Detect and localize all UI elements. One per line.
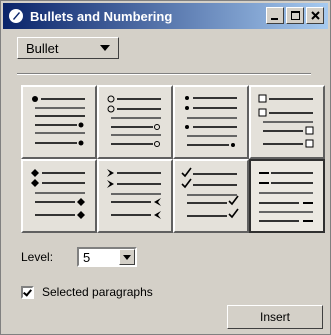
hollow-circle-bullets-icon (107, 95, 161, 147)
bullet-style-checkmark[interactable] (173, 159, 249, 233)
bullet-style-solid-dot[interactable] (21, 85, 97, 159)
level-value: 5 (83, 249, 91, 265)
arrow-bullets-icon (107, 169, 161, 219)
minimize-icon (271, 17, 278, 20)
level-select[interactable]: 5 (77, 247, 137, 267)
close-button[interactable] (306, 7, 324, 24)
bullet-style-dash[interactable] (249, 159, 325, 233)
bullet-style-hollow-circle[interactable] (97, 85, 173, 159)
solid-dot-bullets-icon (32, 96, 85, 146)
bullet-style-gallery (21, 85, 325, 233)
chevron-down-icon (123, 254, 131, 260)
format-type-dropdown[interactable]: Bullet (17, 37, 119, 59)
format-type-value: Bullet (26, 40, 59, 56)
bullet-style-diamond[interactable] (21, 159, 97, 233)
selected-paragraphs-label: Selected paragraphs (42, 285, 153, 299)
bullets-numbering-window: Bullets and Numbering Bullet Level: 5 Se… (0, 0, 331, 335)
small-dot-bullets-icon (185, 96, 237, 147)
checkmark-bullets-icon (181, 167, 239, 219)
chevron-down-icon (100, 45, 110, 51)
bullet-style-arrow[interactable] (97, 159, 173, 233)
separator (17, 73, 311, 75)
insert-button[interactable]: Insert (227, 305, 323, 329)
selected-paragraphs-option[interactable]: Selected paragraphs (21, 285, 153, 299)
square-box-bullets-icon (258, 94, 314, 148)
insert-button-label: Insert (259, 310, 290, 324)
minimize-button[interactable] (266, 7, 284, 24)
maximize-button[interactable] (286, 7, 304, 24)
diamond-bullets-icon (31, 169, 85, 219)
bullet-style-small-dot[interactable] (173, 85, 249, 159)
close-icon (310, 11, 320, 20)
selected-paragraphs-checkbox[interactable] (21, 285, 34, 299)
title-bar[interactable]: Bullets and Numbering (3, 3, 328, 29)
dash-bullets-icon (259, 172, 313, 222)
maximize-icon (290, 11, 300, 20)
level-label: Level: (21, 250, 54, 264)
bullet-style-square-box[interactable] (249, 85, 325, 159)
app-icon (7, 7, 25, 25)
level-dropdown-button[interactable] (119, 249, 135, 265)
window-title: Bullets and Numbering (30, 8, 173, 24)
